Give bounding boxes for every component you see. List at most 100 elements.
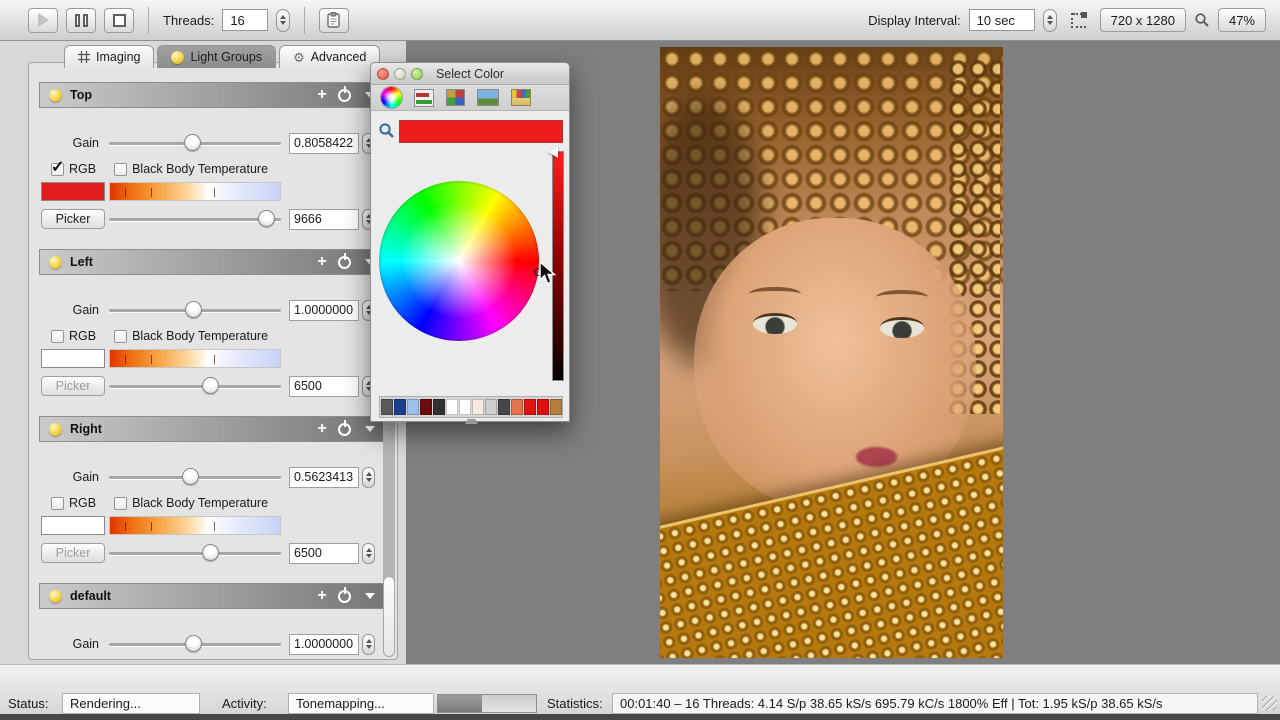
swatch[interactable] — [446, 399, 458, 415]
color-palettes-mode-icon[interactable] — [446, 89, 465, 106]
pause-button[interactable] — [66, 8, 96, 33]
lips — [856, 447, 897, 467]
tray-drag-handle[interactable] — [465, 419, 478, 424]
collapse-chevron-icon[interactable] — [365, 593, 375, 599]
crayons-mode-icon[interactable] — [511, 89, 531, 106]
tab-light-groups[interactable]: Light Groups — [157, 45, 276, 68]
resolution-button[interactable]: 720 x 1280 — [1100, 8, 1186, 32]
swatch[interactable] — [407, 399, 419, 415]
scrollbar-thumb[interactable] — [383, 576, 395, 657]
swatch[interactable] — [433, 399, 445, 415]
color-loupe-icon[interactable] — [378, 122, 395, 139]
zoom-percent-button[interactable]: 47% — [1218, 8, 1266, 32]
tab-advanced[interactable]: ⚙ Advanced — [279, 45, 380, 68]
slider-thumb[interactable] — [185, 301, 202, 318]
gain-value-input[interactable]: 0.8058422 — [289, 133, 359, 154]
swatch[interactable] — [550, 399, 562, 415]
power-toggle-icon[interactable] — [338, 423, 351, 436]
light-group-header[interactable]: default + — [39, 583, 385, 609]
temperature-slider[interactable] — [109, 373, 281, 399]
power-toggle-icon[interactable] — [338, 590, 351, 603]
swatch[interactable] — [394, 399, 406, 415]
fit-to-window-icon[interactable] — [1071, 13, 1086, 28]
swatch[interactable] — [420, 399, 432, 415]
swatch[interactable] — [485, 399, 497, 415]
picker-button[interactable]: Picker — [41, 209, 105, 229]
gain-value-input[interactable]: 1.0000000 — [289, 300, 359, 321]
temperature-stepper[interactable] — [362, 543, 375, 564]
slider-thumb[interactable] — [184, 134, 201, 151]
toolbar-separator — [148, 7, 149, 34]
gain-slider[interactable] — [109, 464, 281, 490]
gain-value-input[interactable]: 0.5623413 — [289, 467, 359, 488]
black-body-checkbox[interactable] — [114, 163, 127, 176]
solo-plus-icon[interactable]: + — [314, 588, 330, 604]
swatch[interactable] — [537, 399, 549, 415]
black-body-checkbox[interactable] — [114, 497, 127, 510]
rgb-color-swatch[interactable] — [41, 182, 105, 201]
slider-thumb[interactable] — [202, 377, 219, 394]
rgb-color-swatch[interactable] — [41, 349, 105, 368]
zoom-window-icon[interactable] — [411, 68, 423, 80]
picker-button[interactable]: Picker — [41, 543, 105, 563]
picker-row: Picker 9666 — [39, 206, 385, 232]
solo-plus-icon[interactable]: + — [314, 87, 330, 103]
power-toggle-icon[interactable] — [338, 89, 351, 102]
solo-plus-icon[interactable]: + — [314, 254, 330, 270]
swatch[interactable] — [381, 399, 393, 415]
color-sliders-mode-icon[interactable] — [414, 89, 434, 107]
slider-thumb[interactable] — [258, 210, 275, 227]
swatch[interactable] — [459, 399, 471, 415]
zoom-magnifier-icon[interactable] — [1194, 12, 1210, 28]
play-button[interactable] — [28, 8, 58, 33]
close-icon[interactable] — [377, 68, 389, 80]
swatch[interactable] — [511, 399, 523, 415]
temperature-value-input[interactable]: 9666 — [289, 209, 359, 230]
stop-button[interactable] — [104, 8, 134, 33]
tab-imaging[interactable]: Imaging — [64, 45, 154, 68]
swatch[interactable] — [472, 399, 484, 415]
gain-slider[interactable] — [109, 297, 281, 323]
eyebrow — [876, 290, 927, 305]
threads-input[interactable]: 16 — [222, 9, 268, 31]
light-group-header[interactable]: Top + — [39, 82, 385, 108]
image-palettes-mode-icon[interactable] — [477, 89, 499, 106]
black-body-checkbox[interactable] — [114, 330, 127, 343]
gain-value-input[interactable]: 1.0000000 — [289, 634, 359, 655]
swatch[interactable] — [498, 399, 510, 415]
collapse-chevron-icon[interactable] — [365, 426, 375, 432]
gain-slider[interactable] — [109, 631, 281, 657]
rgb-checkbox[interactable] — [51, 330, 64, 343]
slider-thumb[interactable] — [185, 635, 202, 652]
gain-stepper[interactable] — [362, 467, 375, 488]
color-window-titlebar[interactable]: Select Color — [371, 63, 569, 85]
picker-button[interactable]: Picker — [41, 376, 105, 396]
display-interval-input[interactable]: 10 sec — [969, 9, 1035, 31]
temperature-slider[interactable] — [109, 540, 281, 566]
color-wheel-mode-icon[interactable] — [381, 87, 402, 108]
temperature-value-input[interactable]: 6500 — [289, 543, 359, 564]
swatch[interactable] — [524, 399, 536, 415]
slider-thumb[interactable] — [182, 468, 199, 485]
copy-to-clipboard-button[interactable] — [319, 8, 349, 33]
threads-stepper[interactable] — [276, 9, 290, 32]
minimize-icon[interactable] — [394, 68, 406, 80]
gain-slider[interactable] — [109, 130, 281, 156]
resize-grip[interactable] — [1262, 696, 1277, 711]
power-toggle-icon[interactable] — [338, 256, 351, 269]
bottom-strip — [0, 714, 1280, 720]
display-interval-stepper[interactable] — [1043, 9, 1057, 32]
gain-stepper[interactable] — [362, 634, 375, 655]
rgb-checkbox[interactable] — [51, 497, 64, 510]
slider-thumb[interactable] — [202, 544, 219, 561]
light-group-header[interactable]: Left + — [39, 249, 385, 275]
brightness-slider-marker[interactable] — [548, 146, 558, 158]
color-wheel[interactable] — [379, 181, 539, 341]
light-bulb-icon — [49, 256, 62, 269]
solo-plus-icon[interactable]: + — [314, 421, 330, 437]
light-group-header[interactable]: Right + — [39, 416, 385, 442]
rgb-color-swatch[interactable] — [41, 516, 105, 535]
rgb-checkbox[interactable] — [51, 163, 64, 176]
temperature-value-input[interactable]: 6500 — [289, 376, 359, 397]
temperature-slider[interactable] — [109, 206, 281, 232]
